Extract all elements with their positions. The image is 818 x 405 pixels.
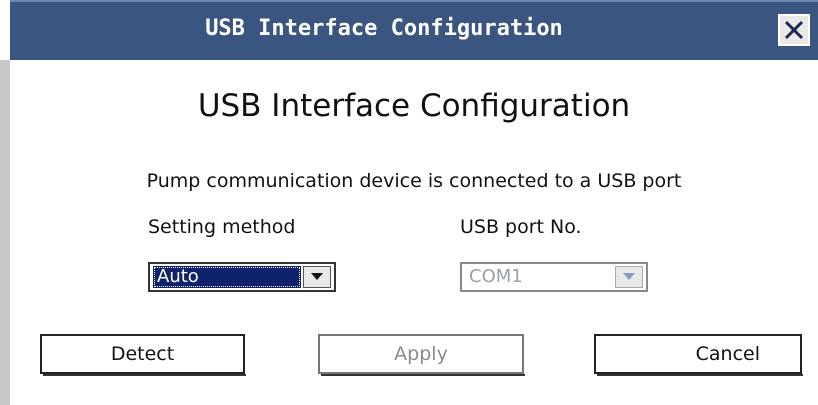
setting-method-label: Setting method [148,216,296,238]
detect-button[interactable]: Detect [40,334,246,376]
chevron-down-icon [311,273,323,280]
usb-port-label: USB port No. [460,216,582,238]
usb-port-dropdown-button[interactable] [615,266,643,288]
setting-method-select[interactable]: Auto [148,262,336,292]
dialog-window: USB Interface Configuration USB Interfac… [0,0,818,405]
close-icon [784,20,804,40]
window-title: USB Interface Configuration [205,16,563,41]
cancel-button[interactable]: Cancel [594,334,803,376]
title-bar[interactable]: USB Interface Configuration [10,0,818,60]
setting-method-dropdown-button[interactable] [303,266,331,288]
chevron-down-icon [623,273,635,280]
window-left-edge [0,60,10,405]
usb-port-value: COM1 [469,266,523,287]
close-button[interactable] [778,14,810,46]
usb-port-select[interactable]: COM1 [460,262,648,292]
setting-method-value: Auto [153,266,301,288]
dialog-heading: USB Interface Configuration [197,88,631,124]
apply-button[interactable]: Apply [318,334,525,376]
dialog-description: Pump communication device is connected t… [146,170,682,192]
